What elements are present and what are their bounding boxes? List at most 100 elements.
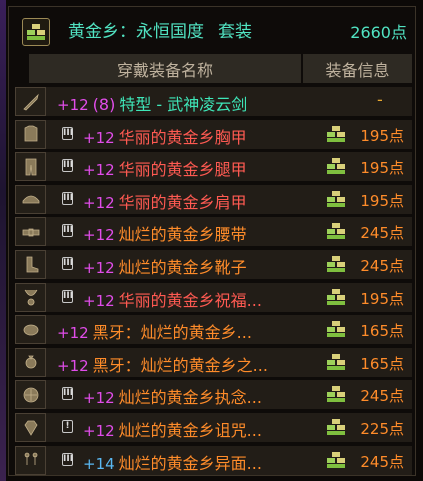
column-header-name[interactable]: 穿戴装备名称: [29, 54, 301, 83]
support-icon[interactable]: [15, 380, 46, 410]
item-points: 195点: [360, 191, 404, 210]
armor-legs-icon[interactable]: [15, 152, 46, 182]
item-name-line: +12 灿烂的黄金乡诅咒...: [83, 417, 262, 441]
item-info: -: [377, 90, 383, 109]
item-name-line: +12 华丽的黄金乡祝福...: [83, 287, 262, 311]
item-name: 灿烂的黄金乡腰带: [118, 225, 247, 245]
grade-tag-icon: III: [62, 224, 74, 238]
item-name-line: +12 灿烂的黄金乡腰带: [83, 221, 247, 245]
enhance-level: +12: [83, 161, 115, 180]
set-piece-icon: [327, 353, 345, 370]
armor-shoulder-icon[interactable]: [15, 184, 46, 214]
sword-icon[interactable]: [15, 87, 46, 116]
item-points: 195点: [360, 159, 404, 178]
item-name: 灿烂的黄金乡靴子: [118, 258, 247, 277]
enhance-level: +12: [83, 389, 115, 408]
enhance-level: +12: [83, 193, 115, 212]
equipment-row[interactable]: III +12 华丽的黄金乡肩甲 195点: [15, 184, 412, 214]
refine-level: (8): [92, 95, 116, 114]
necklace-icon[interactable]: [15, 282, 46, 312]
equipment-row[interactable]: III +12 华丽的黄金乡祝福... 195点: [15, 282, 412, 312]
armor-belt-icon[interactable]: [15, 217, 46, 247]
enhance-level: +12: [83, 422, 115, 440]
equipment-row-weapon[interactable]: +12 (8) 特型 - 武神凌云剑 -: [15, 87, 412, 116]
ring-icon[interactable]: [15, 347, 46, 377]
gem-icon[interactable]: [15, 413, 46, 442]
item-name: 灿烂的黄金乡...: [140, 323, 252, 343]
grade-tag-icon: III: [62, 452, 74, 466]
set-icon[interactable]: [22, 18, 50, 46]
equipment-row[interactable]: III +12 灿烂的黄金乡腰带 245点: [15, 217, 412, 247]
set-piece-icon: [327, 125, 345, 142]
item-points: 245点: [360, 224, 404, 243]
armor-chest-icon[interactable]: [15, 119, 46, 149]
item-points: 245点: [360, 257, 404, 275]
item-name: 华丽的黄金乡祝福...: [118, 290, 262, 310]
item-name-line: +14 灿烂的黄金乡异面...: [83, 450, 262, 474]
set-title: 黄金乡：永恒国度 套装: [68, 17, 252, 42]
item-name-line: +12 灿烂的黄金乡靴子: [83, 254, 247, 278]
equipment-row[interactable]: +12 黑牙：灿烂的黄金乡之... 165点: [15, 347, 412, 377]
item-prefix: 黑牙：: [92, 323, 141, 343]
weapon-name-line: +12 (8) 特型 - 武神凌云剑: [57, 91, 247, 115]
item-points: 165点: [360, 322, 404, 341]
item-name: 灿烂的黄金乡诅咒...: [118, 421, 262, 440]
item-name: 华丽的黄金乡腿甲: [118, 160, 247, 180]
item-points: 195点: [360, 126, 404, 145]
item-prefix: 黑牙：: [92, 355, 141, 375]
item-name: 灿烂的黄金乡执念...: [118, 388, 262, 408]
bracelet-icon[interactable]: [15, 315, 46, 345]
set-piece-icon: [327, 158, 345, 175]
enhance-level: +12: [83, 128, 115, 147]
item-points: 165点: [360, 354, 404, 373]
item-name: 华丽的黄金乡胸甲: [118, 127, 247, 147]
set-piece-icon: [327, 190, 345, 207]
item-points: 225点: [360, 420, 404, 438]
set-piece-icon: [327, 321, 345, 338]
grade-tag-icon: III: [62, 126, 74, 140]
item-name: 特型 - 武神凌云剑: [119, 95, 248, 114]
item-name-line: +12 华丽的黄金乡肩甲: [83, 189, 247, 213]
equipment-row[interactable]: ! +12 灿烂的黄金乡诅咒... 225点: [15, 413, 412, 442]
window-edge: [0, 0, 6, 481]
set-suffix: 套装: [218, 22, 252, 42]
enhance-level: +12: [57, 324, 89, 343]
set-name: 黄金乡：永恒国度: [68, 22, 204, 42]
enhance-level: +14: [83, 454, 115, 473]
item-points: 245点: [360, 452, 404, 471]
grade-tag-icon: III: [62, 387, 74, 401]
set-piece-icon: [327, 223, 345, 240]
grade-tag-icon: III: [62, 289, 74, 303]
set-total-points: 2660点: [350, 23, 407, 42]
item-points: 245点: [360, 387, 404, 406]
set-piece-icon: [327, 451, 345, 468]
enhance-level: +12: [57, 96, 89, 114]
item-name-line: +12 灿烂的黄金乡执念...: [83, 384, 262, 408]
equipment-row[interactable]: III +14 灿烂的黄金乡异面... 245点: [15, 445, 412, 475]
column-header-info[interactable]: 装备信息: [303, 54, 412, 83]
set-piece-icon: [327, 256, 345, 272]
set-piece-icon: [327, 288, 345, 305]
set-equipment-panel: 黄金乡：永恒国度 套装 2660点 穿戴装备名称 装备信息 +12 (8) 特型 - …: [8, 6, 416, 476]
grade-tag-icon: III: [62, 191, 74, 205]
enhance-level: +12: [57, 356, 89, 375]
item-name-line: +12 华丽的黄金乡胸甲: [83, 124, 247, 148]
equipment-row[interactable]: III +12 灿烂的黄金乡执念... 245点: [15, 380, 412, 410]
earring-icon[interactable]: [15, 445, 46, 475]
equipment-row[interactable]: III +12 华丽的黄金乡胸甲 195点: [15, 119, 412, 149]
equipment-row[interactable]: +12 黑牙：灿烂的黄金乡... 165点: [15, 315, 412, 345]
item-name-line: +12 华丽的黄金乡腿甲: [83, 156, 247, 180]
enhance-level: +12: [83, 259, 115, 277]
equipment-row[interactable]: III +12 灿烂的黄金乡靴子 245点: [15, 250, 412, 279]
grade-tag-icon: III: [62, 257, 74, 270]
item-name: 灿烂的黄金乡之...: [140, 355, 268, 375]
item-name: 灿烂的黄金乡异面...: [118, 453, 262, 473]
item-name-line: +12 黑牙：灿烂的黄金乡...: [57, 319, 252, 343]
item-name-line: +12 黑牙：灿烂的黄金乡之...: [57, 352, 268, 376]
enhance-level: +12: [83, 291, 115, 310]
equipment-row[interactable]: III +12 华丽的黄金乡腿甲 195点: [15, 152, 412, 182]
set-header: 黄金乡：永恒国度 套装 2660点: [9, 7, 415, 53]
grade-tag-icon: III: [62, 159, 74, 173]
set-piece-icon: [327, 419, 345, 435]
armor-boots-icon[interactable]: [15, 250, 46, 279]
